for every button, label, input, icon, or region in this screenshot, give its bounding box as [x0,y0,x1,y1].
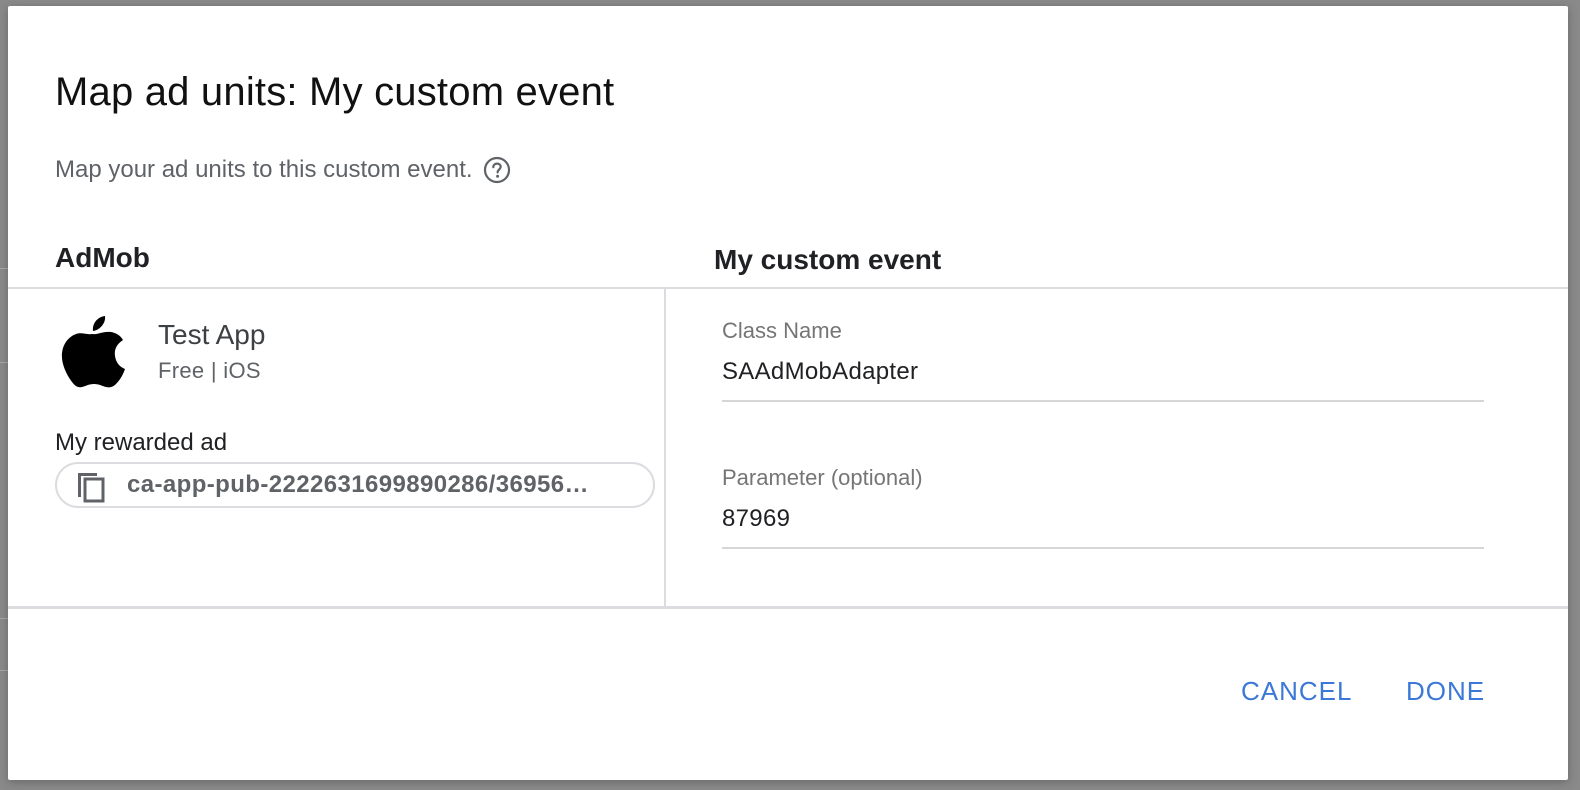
ad-unit-id: ca-app-pub-2222631699890286/36956… [127,471,589,498]
backdrop-divider [0,268,8,269]
column-divider [664,289,666,606]
parameter-label: Parameter (optional) [722,465,923,490]
class-name-label: Class Name [722,318,842,343]
footer-divider [8,606,1568,609]
backdrop-divider [0,670,8,671]
custom-event-column-header: My custom event [714,244,942,275]
dialog-subtitle-row: Map your ad units to this custom event. [55,156,511,184]
dialog-subtitle: Map your ad units to this custom event. [55,156,473,183]
help-circle-icon[interactable] [483,156,511,184]
class-name-input[interactable] [722,358,1484,402]
backdrop-divider [0,618,8,619]
dialog-title: Map ad units: My custom event [55,70,615,114]
app-platform-meta: Free | iOS [158,358,261,383]
backdrop-divider [0,362,8,363]
parameter-field: Parameter (optional) [722,465,1484,549]
ad-unit-name: My rewarded ad [55,429,228,456]
admob-column-header: AdMob [55,242,150,273]
header-divider [8,287,1568,289]
parameter-input[interactable] [722,505,1484,549]
class-name-field: Class Name [722,318,1484,402]
ad-unit-id-chip[interactable]: ca-app-pub-2222631699890286/36956… [55,462,655,508]
copy-icon[interactable] [75,467,107,503]
apple-icon [61,316,125,388]
map-ad-units-dialog: Map ad units: My custom event Map your a… [8,6,1568,780]
done-button[interactable]: DONE [1406,676,1485,707]
cancel-button[interactable]: CANCEL [1241,676,1352,707]
app-name: Test App [158,319,266,350]
